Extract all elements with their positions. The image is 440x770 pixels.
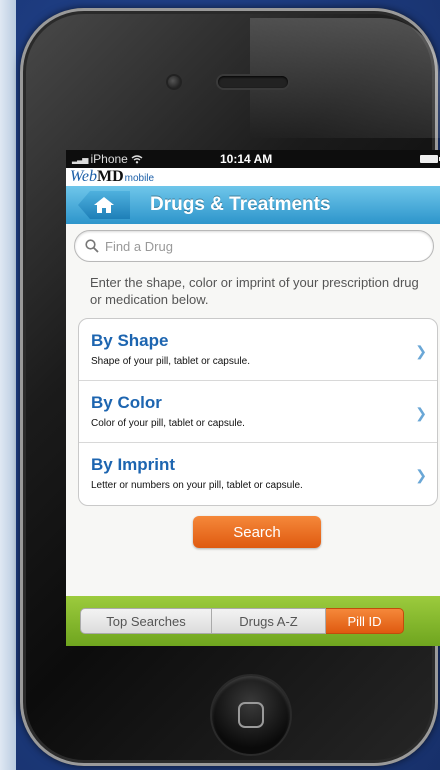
search-box[interactable] — [74, 230, 434, 262]
status-left: ▂▃▅ iPhone — [72, 152, 143, 166]
search-button-container: Search — [66, 516, 440, 548]
home-square-icon — [238, 702, 264, 728]
search-icon — [85, 239, 99, 253]
earpiece-speaker — [218, 76, 288, 88]
option-by-imprint[interactable]: By Imprint Letter or numbers on your pil… — [79, 443, 437, 505]
tab-bar: Top Searches Drugs A-Z Pill ID — [66, 596, 440, 646]
option-title: By Imprint — [91, 455, 176, 474]
hardware-home-button[interactable] — [212, 676, 290, 754]
carrier-label: iPhone — [90, 152, 128, 166]
options-list: By Shape Shape of your pill, tablet or c… — [78, 318, 438, 506]
webmd-logo: Web MD mobile — [66, 168, 440, 186]
nav-bar: Drugs & Treatments — [66, 186, 440, 224]
logo-md: MD — [96, 168, 124, 185]
search-button[interactable]: Search — [193, 516, 321, 548]
search-input[interactable] — [105, 238, 405, 254]
option-title: By Shape — [91, 331, 169, 350]
option-description: Letter or numbers on your pill, tablet o… — [91, 480, 303, 491]
status-time: 10:14 AM — [220, 152, 273, 166]
wifi-icon — [131, 154, 143, 163]
option-description: Color of your pill, tablet or capsule. — [91, 418, 245, 429]
battery-icon — [420, 155, 440, 163]
logo-mobile: mobile — [124, 173, 155, 184]
instructions-text: Enter the shape, color or imprint of you… — [90, 275, 419, 307]
phone-screen: ▂▃▅ iPhone 10:14 AM Web MD mobile Drugs … — [66, 150, 440, 646]
tab-pill-id[interactable]: Pill ID — [326, 608, 404, 634]
option-description: Shape of your pill, tablet or capsule. — [91, 356, 250, 367]
chevron-right-icon: ❯ — [415, 343, 427, 359]
front-camera — [168, 76, 180, 88]
status-bar: ▂▃▅ iPhone 10:14 AM — [66, 150, 440, 168]
tab-drugs-a-z[interactable]: Drugs A-Z — [212, 608, 326, 634]
option-title: By Color — [91, 393, 162, 412]
home-button[interactable] — [78, 191, 130, 219]
option-by-color[interactable]: By Color Color of your pill, tablet or c… — [79, 381, 437, 443]
home-icon — [94, 197, 114, 213]
chevron-right-icon: ❯ — [415, 467, 427, 483]
chevron-right-icon: ❯ — [415, 405, 427, 421]
search-container — [66, 224, 440, 262]
background-strip — [0, 0, 16, 770]
iphone-frame: ▂▃▅ iPhone 10:14 AM Web MD mobile Drugs … — [20, 8, 440, 766]
tab-top-searches[interactable]: Top Searches — [80, 608, 212, 634]
page-title: Drugs & Treatments — [150, 194, 331, 215]
logo-web: Web — [70, 168, 97, 185]
signal-icon: ▂▃▅ — [72, 154, 89, 164]
option-by-shape[interactable]: By Shape Shape of your pill, tablet or c… — [79, 319, 437, 381]
